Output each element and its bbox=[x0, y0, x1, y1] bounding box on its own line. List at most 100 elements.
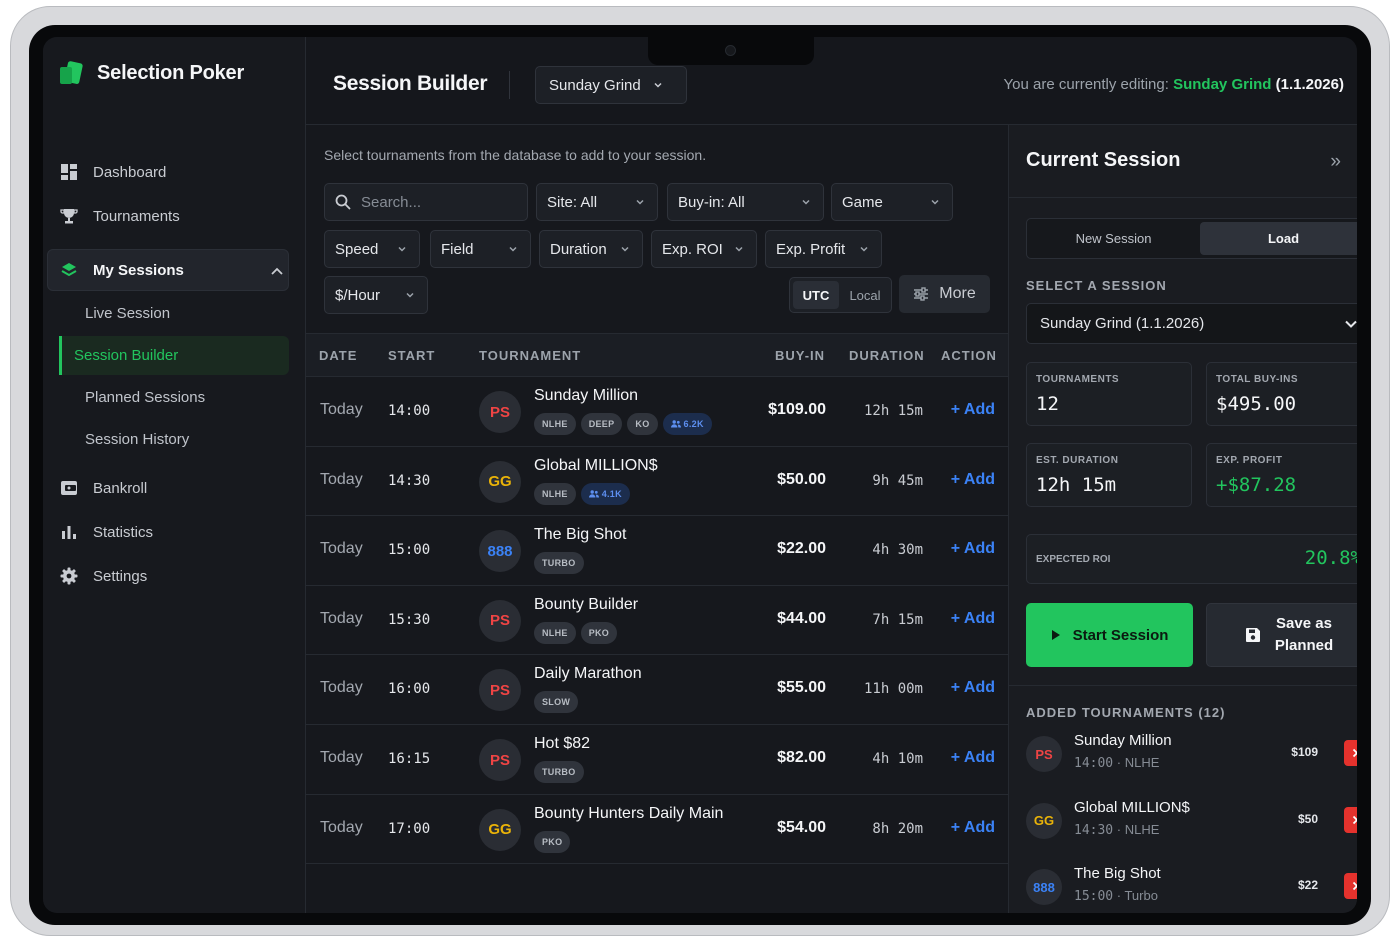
column-buyin[interactable]: BUY-IN bbox=[775, 348, 825, 363]
cell-start: 14:00 bbox=[388, 403, 431, 419]
chevron-down-icon bbox=[406, 292, 414, 298]
sidebar-sub-session-history[interactable]: Session History bbox=[85, 421, 189, 457]
editing-status: You are currently editing: Sunday Grind … bbox=[1004, 76, 1344, 93]
save-as-planned-button[interactable]: Save as Planned bbox=[1206, 603, 1357, 667]
added-tournament-meta: 14:00 · NLHE bbox=[1074, 755, 1159, 771]
added-game: NLHE bbox=[1124, 821, 1160, 837]
added-time: 14:30 bbox=[1074, 822, 1114, 838]
tournament-name[interactable]: Sunday Million bbox=[534, 387, 638, 405]
sidebar-sub-live-session[interactable]: Live Session bbox=[85, 295, 170, 331]
remove-button[interactable] bbox=[1344, 873, 1357, 899]
sidebar-item-label: Settings bbox=[93, 567, 148, 585]
table-header: DATE START TOURNAMENT BUY-IN DURATION AC… bbox=[306, 333, 1008, 377]
site-logo: PS bbox=[479, 391, 521, 433]
filter-exp-roi[interactable]: Exp. ROI bbox=[651, 230, 757, 268]
add-button[interactable]: + Add bbox=[951, 610, 995, 628]
sidebar-item-statistics[interactable]: Statistics bbox=[59, 512, 153, 552]
more-filters-button[interactable]: More bbox=[899, 275, 990, 313]
filter-game[interactable]: Game bbox=[831, 183, 953, 221]
sidebar-item-settings[interactable]: Settings bbox=[59, 556, 147, 596]
tournament-name[interactable]: Hot $82 bbox=[534, 735, 590, 753]
filter-label: Game bbox=[842, 193, 883, 211]
start-session-button[interactable]: Start Session bbox=[1026, 603, 1193, 667]
tournament-tags: NLHE PKO bbox=[534, 621, 618, 644]
app-logo[interactable]: Selection Poker bbox=[57, 59, 244, 87]
users-icon bbox=[670, 420, 681, 428]
sidebar-sub-session-builder[interactable]: Session Builder bbox=[74, 337, 178, 373]
tournament-tags: NLHE DEEP KO 6.2K bbox=[534, 413, 712, 435]
separator-dot: · bbox=[1113, 821, 1125, 837]
tournament-name[interactable]: Bounty Builder bbox=[534, 596, 638, 614]
tab-new-session[interactable]: New Session bbox=[1030, 222, 1197, 255]
app-name: Selection Poker bbox=[97, 61, 245, 84]
add-button[interactable]: + Add bbox=[951, 471, 995, 489]
sidebar-item-my-sessions-row[interactable]: My Sessions bbox=[59, 250, 287, 290]
sidebar-sub-planned-sessions[interactable]: Planned Sessions bbox=[85, 379, 205, 415]
add-button[interactable]: + Add bbox=[951, 679, 995, 697]
chevron-down-icon bbox=[735, 246, 743, 252]
tournament-tags: TURBO bbox=[534, 761, 584, 783]
tournament-name[interactable]: Global MILLION$ bbox=[534, 457, 658, 475]
tournament-name[interactable]: Bounty Hunters Daily Main bbox=[534, 805, 723, 823]
filter-exp-profit[interactable]: Exp. Profit bbox=[765, 230, 882, 268]
added-tournament-name: Sunday Million bbox=[1074, 732, 1172, 749]
filter-buyin[interactable]: Buy-in: All bbox=[667, 183, 824, 221]
collapse-panel-icon[interactable]: » bbox=[1330, 151, 1341, 173]
session-dropdown[interactable]: Sunday Grind bbox=[535, 66, 687, 104]
tournament-tags: SLOW bbox=[534, 691, 579, 714]
tournament-name[interactable]: Daily Marathon bbox=[534, 665, 642, 683]
filter-field[interactable]: Field bbox=[430, 230, 531, 268]
tournament-tags: PKO bbox=[534, 830, 571, 853]
column-tournament[interactable]: TOURNAMENT bbox=[479, 348, 581, 363]
cell-buyin: $50.00 bbox=[777, 470, 826, 488]
table-row: Today 17:00 GG Bounty Hunters Daily Main PKO… bbox=[306, 795, 1008, 865]
filter-speed[interactable]: Speed bbox=[324, 230, 420, 268]
remove-button[interactable] bbox=[1344, 806, 1357, 833]
remove-button[interactable] bbox=[1344, 740, 1357, 766]
timezone-local[interactable]: Local bbox=[842, 281, 888, 309]
stat-tournaments: TOURNAMENTS 12 bbox=[1026, 362, 1192, 426]
divider bbox=[1009, 685, 1357, 686]
camera-icon bbox=[725, 45, 736, 56]
search-placeholder: Search... bbox=[361, 193, 422, 211]
column-date[interactable]: DATE bbox=[319, 348, 357, 363]
tournament-name[interactable]: The Big Shot bbox=[534, 526, 627, 544]
tag-badge: TURBO bbox=[534, 552, 584, 575]
added-tournament-name: Global MILLION$ bbox=[1074, 798, 1190, 816]
add-button[interactable]: + Add bbox=[951, 540, 995, 558]
close-icon bbox=[1352, 815, 1357, 824]
editing-prefix: You are currently editing: bbox=[1003, 76, 1169, 93]
cell-date: Today bbox=[320, 609, 363, 627]
add-button[interactable]: + Add bbox=[951, 401, 995, 419]
filter-per-hour[interactable]: $/Hour bbox=[324, 276, 428, 314]
site-logo: PS bbox=[1026, 736, 1062, 772]
session-tabs: New Session Load bbox=[1026, 218, 1357, 259]
column-action[interactable]: ACTION bbox=[941, 348, 997, 363]
instruction-text: Select tournaments from the database to … bbox=[324, 147, 707, 163]
added-tournament-name: The Big Shot bbox=[1074, 865, 1161, 882]
column-start[interactable]: START bbox=[388, 348, 435, 363]
filter-site[interactable]: Site: All bbox=[536, 183, 658, 221]
start-session-label: Start Session bbox=[1072, 626, 1169, 644]
search-input[interactable]: Search... bbox=[324, 183, 528, 221]
session-select[interactable]: Sunday Grind (1.1.2026) bbox=[1026, 303, 1357, 344]
chevron-up-icon[interactable] bbox=[271, 262, 283, 279]
logo-icon bbox=[60, 61, 83, 84]
cell-date: Today bbox=[320, 401, 363, 418]
added-game: NLHE bbox=[1124, 755, 1160, 770]
add-button[interactable]: + Add bbox=[951, 819, 995, 837]
header-divider bbox=[509, 71, 510, 99]
filter-label: $/Hour bbox=[335, 286, 381, 304]
field-size-value: 6.2K bbox=[683, 419, 704, 429]
sidebar-item-tournaments[interactable]: Tournaments bbox=[59, 196, 180, 236]
sidebar-item-bankroll[interactable]: Bankroll bbox=[59, 468, 147, 508]
cell-start: 15:00 bbox=[388, 542, 431, 559]
column-duration[interactable]: DURATION bbox=[849, 348, 925, 363]
cell-date: Today bbox=[320, 818, 363, 836]
cell-start: 15:30 bbox=[388, 611, 431, 628]
sidebar-item-dashboard[interactable]: Dashboard bbox=[59, 152, 166, 192]
add-button[interactable]: + Add bbox=[951, 749, 995, 767]
filter-duration[interactable]: Duration bbox=[539, 230, 643, 268]
tab-load[interactable]: Load bbox=[1200, 222, 1357, 255]
timezone-utc[interactable]: UTC bbox=[793, 281, 839, 309]
